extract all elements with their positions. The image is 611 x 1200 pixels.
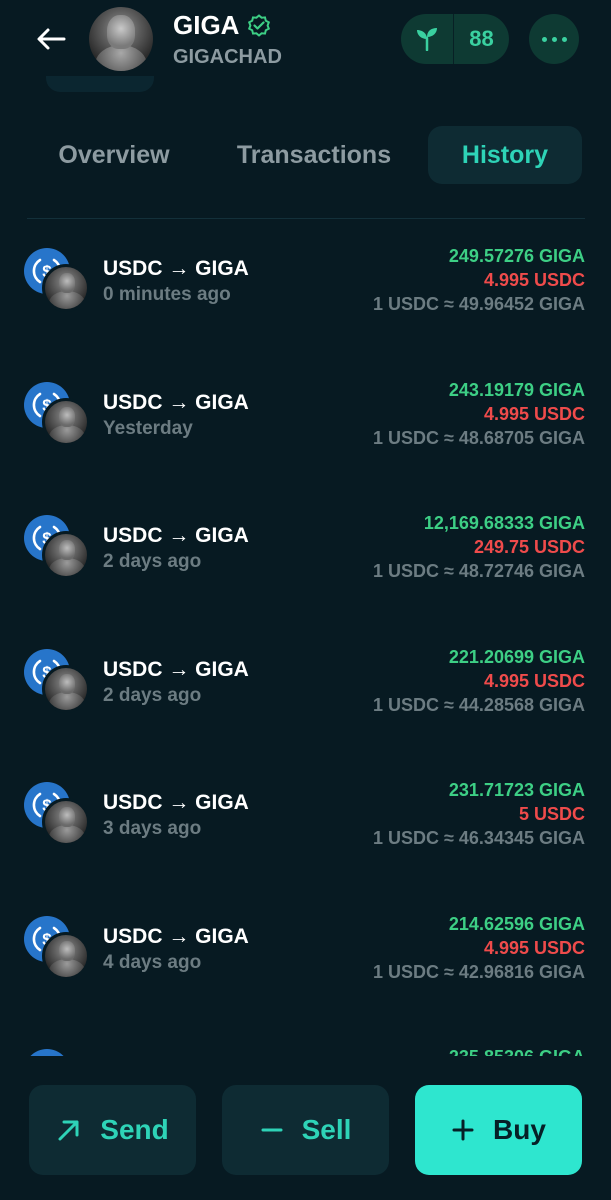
tab-history[interactable]: History — [428, 126, 582, 184]
plus-icon — [452, 1119, 474, 1141]
giga-token-avatar — [42, 264, 90, 312]
transaction-row[interactable]: $ USDC → GIGA 2 days ago 221.20699 GIGA 4.99… — [0, 621, 611, 755]
giga-token-avatar — [42, 531, 90, 579]
amount-received: 12,169.68333 GIGA — [423, 513, 585, 533]
transaction-row[interactable]: $USDC → GIGA2 days ago12,169.68333 GIGA2… — [0, 487, 611, 621]
exchange-rate: 1 USDC ≈ 44.28568 GIGA — [373, 694, 585, 715]
header: GIGA GIGACHAD 88 — [0, 0, 611, 80]
amount-spent: 249.75 USDC — [473, 537, 585, 557]
more-options-button[interactable] — [529, 14, 579, 64]
transaction-pair: USDC → GIGA — [103, 257, 249, 280]
transaction-row[interactable]: $235.85306 GIGA — [0, 1021, 611, 1058]
giga-token-avatar — [42, 931, 90, 980]
giga-token-avatar — [42, 664, 90, 713]
transaction-row[interactable]: $ USDC → GIGA 4 days ago 214.62596 GIGA 4.99… — [0, 888, 611, 1022]
score-value: 88 — [469, 26, 494, 51]
minus-icon — [261, 1128, 283, 1132]
transaction-pair: USDC → GIGA — [103, 524, 249, 547]
amount-received: 221.20699 GIGA — [448, 646, 585, 667]
send-button[interactable]: Send — [29, 1085, 196, 1175]
amount-received: 243.19179 GIGA — [448, 379, 585, 400]
amount-received: 214.62596 GIGA — [448, 913, 585, 934]
transaction-time: Yesterday — [103, 417, 193, 439]
token-subtitle: GIGACHAD — [173, 46, 282, 68]
token-name: GIGA — [173, 10, 271, 41]
exchange-rate: 1 USDC ≈ 42.96816 GIGA — [373, 961, 585, 982]
giga-token-avatar — [42, 397, 90, 446]
transaction-time: 4 days ago — [103, 951, 202, 973]
token-name-text: GIGA — [173, 10, 240, 40]
transaction-time: 2 days ago — [103, 551, 202, 572]
amount-received: 231.71723 GIGA — [448, 780, 585, 800]
divider — [27, 218, 585, 219]
tab-transactions[interactable]: Transactions — [216, 126, 412, 184]
more-dots-icon — [541, 36, 547, 42]
amount-spent: 4.995 USDC — [483, 937, 585, 958]
tab-bar: Overview Transactions History — [22, 126, 584, 184]
transaction-pair: USDC → GIGA — [103, 924, 249, 948]
transaction-time: 2 days ago — [103, 684, 202, 706]
sell-button[interactable]: Sell — [222, 1085, 389, 1175]
history-list[interactable]: $USDC → GIGA0 minutes ago249.57276 GIGA4… — [0, 220, 611, 1058]
giga-token-avatar — [42, 798, 90, 846]
verified-badge-icon — [247, 13, 271, 38]
amount-spent: 4.995 USDC — [483, 670, 585, 691]
header-handle — [46, 76, 154, 92]
amount-spent: 4.995 USDC — [483, 270, 585, 290]
token-avatar — [89, 7, 153, 71]
arrow-up-right-icon — [58, 1120, 79, 1141]
amount-spent: 5 USDC — [518, 804, 585, 824]
tab-overview[interactable]: Overview — [22, 126, 206, 184]
buy-button[interactable]: Buy — [415, 1085, 582, 1175]
transaction-pair: USDC → GIGA — [103, 657, 249, 681]
transaction-pair: USDC → GIGA — [103, 390, 249, 414]
exchange-rate: 1 USDC ≈ 48.72746 GIGA — [373, 561, 585, 581]
exchange-rate: 1 USDC ≈ 49.96452 GIGA — [373, 294, 585, 314]
sell-label: Sell — [301, 1114, 352, 1145]
transaction-row[interactable]: $USDC → GIGA3 days ago231.71723 GIGA5 US… — [0, 754, 611, 888]
transaction-time: 0 minutes ago — [103, 284, 231, 305]
transaction-row[interactable]: $ USDC → GIGA Yesterday 243.19179 GIGA 4.995… — [0, 354, 611, 488]
exchange-rate: 1 USDC ≈ 46.34345 GIGA — [373, 828, 585, 848]
transaction-pair: USDC → GIGA — [103, 791, 249, 814]
transaction-row[interactable]: $USDC → GIGA0 minutes ago249.57276 GIGA4… — [0, 220, 611, 354]
score-pill[interactable]: 88 — [401, 14, 509, 64]
sprout-icon — [401, 14, 453, 64]
transaction-time: 3 days ago — [103, 818, 202, 839]
amount-received: 249.57276 GIGA — [448, 246, 585, 266]
back-button[interactable] — [30, 18, 72, 60]
buy-label: Buy — [493, 1114, 546, 1145]
exchange-rate: 1 USDC ≈ 48.68705 GIGA — [373, 427, 585, 448]
send-label: Send — [100, 1114, 169, 1145]
arrow-left-icon — [37, 28, 66, 50]
amount-spent: 4.995 USDC — [483, 403, 585, 424]
